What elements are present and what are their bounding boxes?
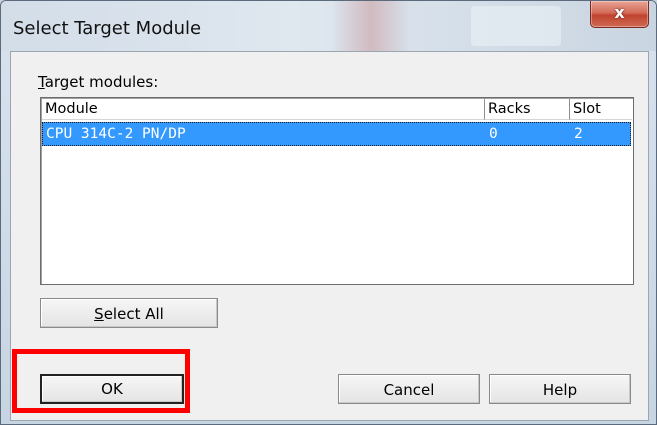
help-button[interactable]: Help <box>489 374 631 404</box>
cell-module: CPU 314C-2 PN/DP <box>46 126 186 142</box>
cancel-button[interactable]: Cancel <box>338 374 480 404</box>
column-header-racks[interactable]: Racks <box>485 99 570 120</box>
target-modules-label: Target modules: <box>38 73 158 91</box>
column-header-module[interactable]: Module <box>42 99 485 120</box>
mnemonic: S <box>94 305 104 323</box>
cell-racks: 0 <box>489 126 498 142</box>
close-button[interactable]: x <box>590 1 649 28</box>
label-text: arget modules: <box>44 73 159 91</box>
column-header-slot[interactable]: Slot <box>570 99 632 120</box>
window-title: Select Target Module <box>13 18 202 39</box>
background-blur <box>331 1 411 51</box>
select-all-button[interactable]: Select All <box>40 298 218 328</box>
background-blur <box>471 6 561 46</box>
button-label: elect All <box>103 305 164 323</box>
mnemonic: T <box>38 73 45 91</box>
cell-slot: 2 <box>574 126 583 142</box>
list-header: Module Racks Slot <box>42 99 632 121</box>
table-row[interactable]: CPU 314C-2 PN/DP 0 2 <box>42 122 631 146</box>
title-bar[interactable]: Select Target Module x <box>1 1 656 51</box>
target-modules-list[interactable]: Module Racks Slot CPU 314C-2 PN/DP 0 2 <box>40 97 634 285</box>
highlight-box <box>12 349 190 413</box>
close-icon: x <box>614 3 625 22</box>
